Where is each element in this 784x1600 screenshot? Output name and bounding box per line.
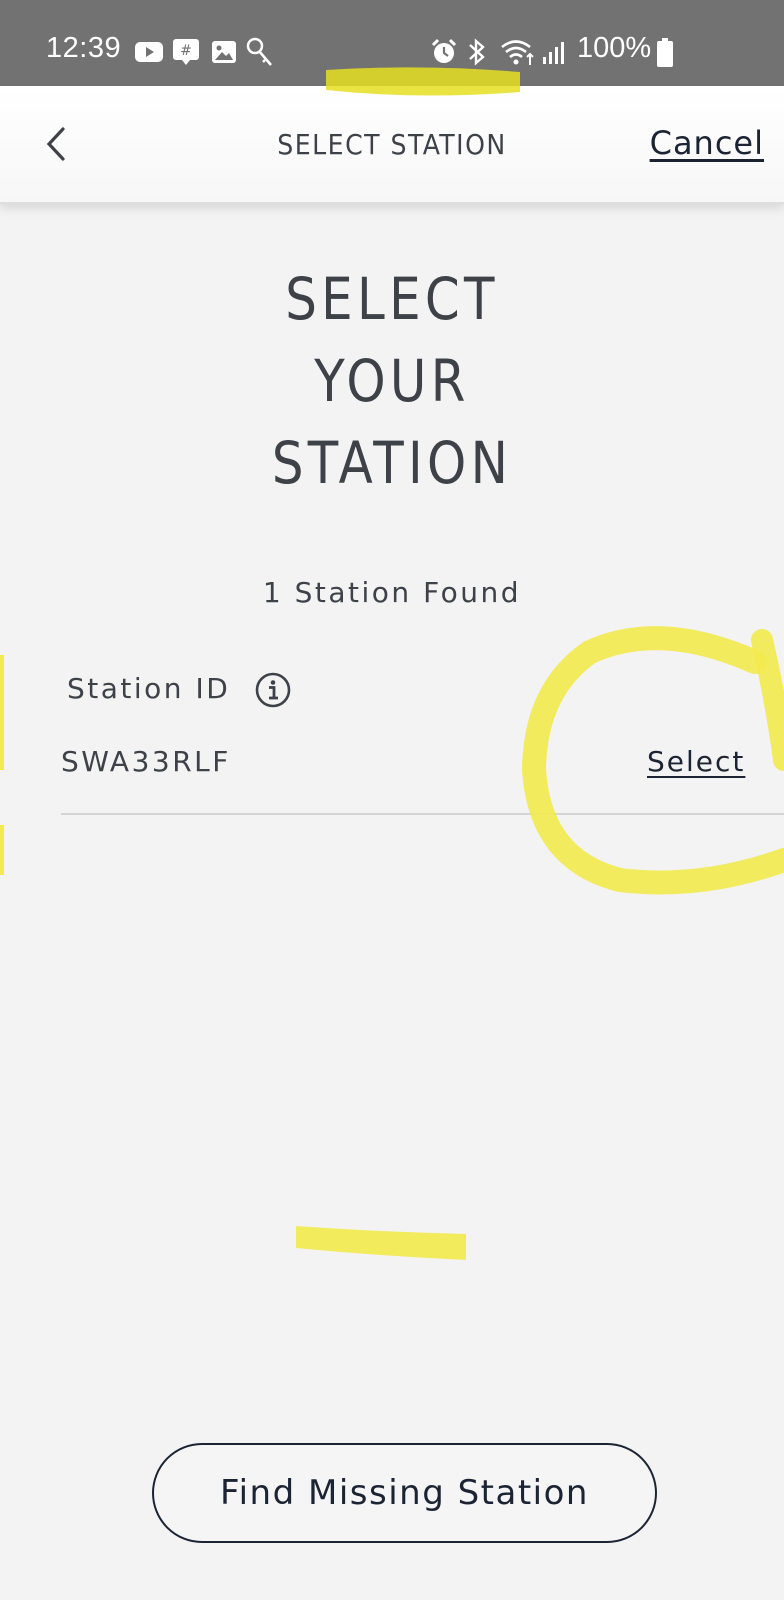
marker-annotations: [0, 67, 784, 1260]
page-title-line: SELECT: [285, 265, 499, 333]
youtube-icon: [135, 42, 163, 62]
wifi-icon: [501, 40, 534, 65]
key-icon: [246, 37, 272, 66]
signal-icon: [543, 42, 564, 64]
groupme-icon: #: [173, 39, 199, 65]
app-header: SELECT STATION Cancel: [0, 86, 784, 204]
station-id-label: Station ID: [67, 672, 231, 705]
bluetooth-icon: [469, 38, 485, 66]
station-id-value: SWA33RLF: [61, 745, 231, 778]
gallery-icon: [212, 41, 236, 63]
status-bar: 12:39 # 100%: [0, 0, 784, 86]
battery-percentage: 100%: [577, 32, 652, 64]
highlight-stroke: [0, 825, 4, 875]
page-title-line: YOUR: [314, 347, 470, 415]
highlight-stroke: [751, 629, 784, 771]
stations-found-count: 1 Station Found: [262, 576, 522, 609]
highlight-stroke: [0, 655, 4, 770]
alarm-icon: [431, 38, 457, 63]
cancel-button[interactable]: Cancel: [650, 124, 764, 162]
highlight-stroke: [296, 1226, 466, 1260]
find-missing-station-button[interactable]: Find Missing Station: [152, 1443, 657, 1543]
svg-text:#: #: [180, 43, 192, 59]
info-icon[interactable]: [255, 672, 291, 708]
status-time: 12:39: [46, 32, 122, 64]
page-title-line: STATION: [271, 429, 513, 497]
divider: [61, 813, 784, 815]
battery-icon: [657, 38, 673, 67]
page-title: SELECT YOUR STATION: [55, 258, 729, 504]
select-station-button[interactable]: Select: [647, 745, 745, 778]
